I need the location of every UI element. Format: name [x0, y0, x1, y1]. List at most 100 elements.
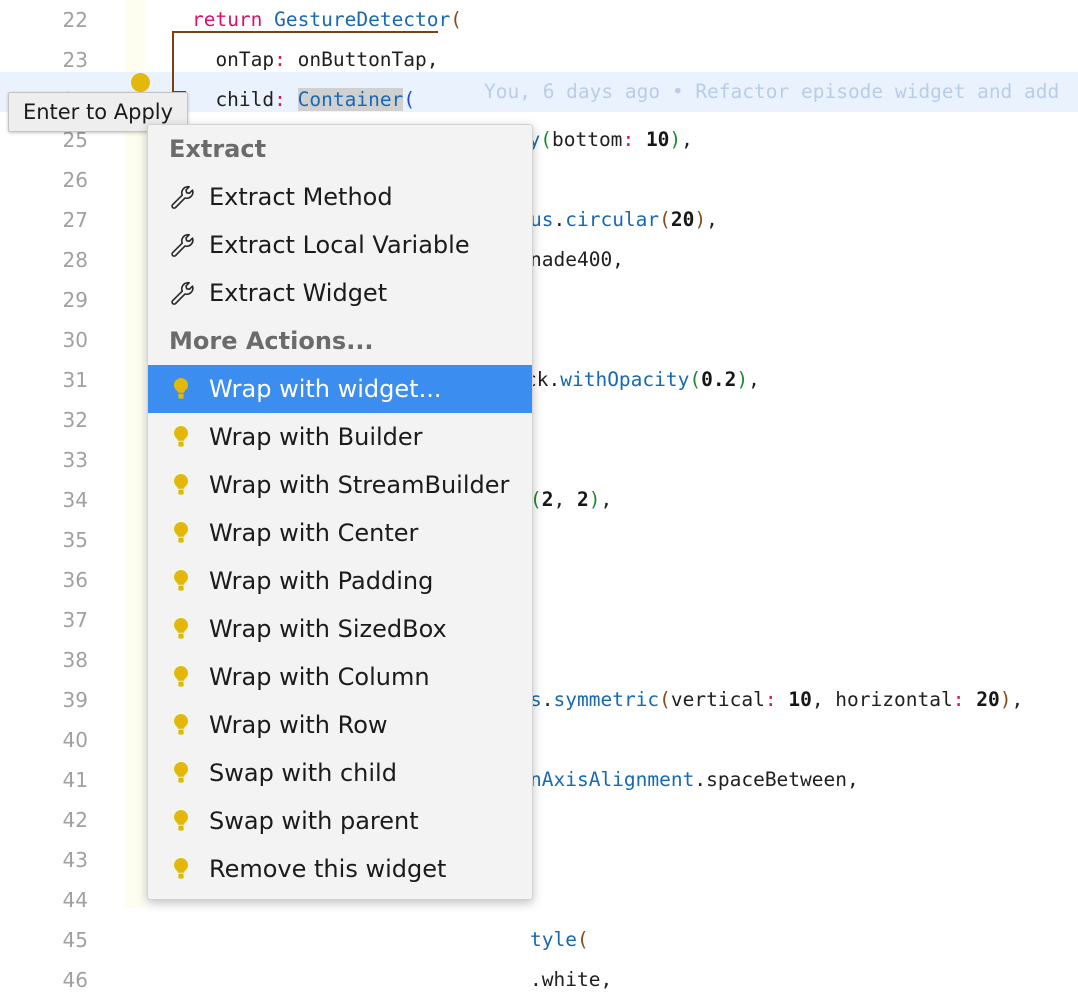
bulb-icon — [169, 760, 209, 786]
code-token: .spaceBetween, — [694, 768, 859, 791]
menu-item-label: Wrap with Row — [209, 711, 388, 739]
code-token: . — [541, 688, 554, 711]
menu-item-wrap-with-sizedbox[interactable]: Wrap with SizedBox — [148, 605, 532, 653]
menu-item-label: Remove this widget — [209, 855, 447, 883]
code-token: 0.2 — [701, 368, 737, 391]
menu-item-swap-with-child[interactable]: Swap with child — [148, 749, 532, 797]
code-token: : — [764, 688, 777, 711]
code-token: 20 — [976, 688, 1000, 711]
tooltip-label: Enter to Apply — [22, 100, 174, 124]
menu-item-label: Wrap with StreamBuilder — [209, 471, 510, 499]
bulb-icon — [169, 808, 209, 834]
extract-items-group[interactable]: Extract Method Extract Local Variable Extr… — [148, 173, 532, 317]
line-number: 32 — [62, 408, 88, 432]
wrench-icon — [169, 184, 209, 210]
menu-item-label: Wrap with widget... — [209, 375, 442, 403]
menu-item-label: Swap with parent — [209, 807, 419, 835]
menu-item-label: Extract Local Variable — [209, 231, 470, 259]
menu-item-wrap-with-center[interactable]: Wrap with Center — [148, 509, 532, 557]
code-token: : — [274, 88, 286, 111]
code-token: 2 — [576, 488, 589, 511]
line-number-column: 2223242526272829303132333435363738394041… — [0, 0, 92, 1000]
code-token: ( — [659, 688, 671, 711]
menu-item-label: Extract Widget — [209, 279, 388, 307]
line-number: 27 — [62, 208, 88, 232]
code-line[interactable]: tyle( — [145, 920, 1078, 960]
code-token: ( — [403, 88, 416, 111]
code-token: Container — [297, 88, 404, 111]
gutter-change-stripe — [125, 0, 145, 908]
bulb-icon — [169, 568, 209, 594]
line-number: 35 — [62, 528, 88, 552]
code-token: onTap — [145, 48, 275, 71]
line-number: 28 — [62, 248, 88, 272]
menu-item-label: Extract Method — [209, 183, 393, 211]
intention-bulb-icon[interactable] — [131, 73, 150, 92]
code-token: ( — [576, 928, 589, 951]
line-number: 30 — [62, 328, 88, 352]
line-number: 45 — [62, 928, 88, 952]
wrench-icon — [169, 232, 209, 258]
line-number: 44 — [62, 888, 88, 912]
code-token: , — [600, 488, 613, 511]
bulb-icon — [169, 856, 209, 882]
menu-item-wrap-with-row[interactable]: Wrap with Row — [148, 701, 532, 749]
code-token: ) — [694, 208, 707, 231]
bulb-icon — [169, 664, 209, 690]
menu-item-remove-this-widget[interactable]: Remove this widget — [148, 845, 532, 893]
menu-item-label: Swap with child — [209, 759, 397, 787]
line-number: 37 — [62, 608, 88, 632]
bulb-icon — [169, 712, 209, 738]
line-number: 38 — [62, 648, 88, 672]
wrap-actions-group[interactable]: Wrap with widget... Wrap with Builder Wrap… — [148, 365, 532, 893]
code-token: ( — [689, 368, 702, 391]
line-number: 31 — [62, 368, 88, 392]
code-token: : — [952, 688, 965, 711]
menu-item-extract-method[interactable]: Extract Method — [148, 173, 532, 221]
menu-item-wrap-with-widget[interactable]: Wrap with widget... — [148, 365, 532, 413]
menu-item-extract-widget[interactable]: Extract Widget — [148, 269, 532, 317]
line-number: 26 — [62, 168, 88, 192]
code-line[interactable]: .white, — [145, 960, 1078, 1000]
code-token: : — [622, 128, 635, 151]
code-token: ) — [669, 128, 682, 151]
code-line[interactable]: return GestureDetector( — [145, 0, 1078, 40]
code-token: : — [274, 48, 286, 71]
code-token: return — [191, 8, 263, 31]
line-number: 33 — [62, 448, 88, 472]
code-token: ( — [450, 8, 463, 31]
menu-item-wrap-with-column[interactable]: Wrap with Column — [148, 653, 532, 701]
menu-item-swap-with-parent[interactable]: Swap with parent — [148, 797, 532, 845]
code-token: , — [748, 368, 760, 391]
menu-item-wrap-with-streambuilder[interactable]: Wrap with StreamBuilder — [148, 461, 532, 509]
code-token: 10 — [645, 128, 670, 151]
line-number: 43 — [62, 848, 88, 872]
code-token: ) — [588, 488, 601, 511]
line-number: 42 — [62, 808, 88, 832]
code-token: GestureDetector — [274, 8, 451, 31]
menu-item-label: Wrap with SizedBox — [209, 615, 447, 643]
wrench-icon — [169, 280, 209, 306]
menu-item-wrap-with-padding[interactable]: Wrap with Padding — [148, 557, 532, 605]
code-token: , — [681, 128, 693, 151]
bulb-icon — [169, 472, 209, 498]
code-token: us — [530, 208, 554, 231]
code-token: nAxisAlignment — [530, 768, 695, 791]
code-token: bottom — [551, 128, 623, 151]
code-token: ( — [540, 128, 552, 151]
bulb-icon — [169, 376, 209, 402]
menu-item-wrap-with-builder[interactable]: Wrap with Builder — [148, 413, 532, 461]
code-token: ) — [736, 368, 749, 391]
code-token: 20 — [670, 208, 695, 231]
code-token: circular — [565, 208, 660, 231]
git-blame-annotation: You, 6 days ago • Refactor episode widge… — [484, 80, 1060, 103]
code-token: nade400, — [530, 248, 624, 271]
menu-section-extract: Extract — [169, 135, 267, 163]
menu-item-extract-local-variable[interactable]: Extract Local Variable — [148, 221, 532, 269]
intention-actions-popup[interactable]: Extract Extract Method Extract Local Vari… — [147, 124, 533, 900]
